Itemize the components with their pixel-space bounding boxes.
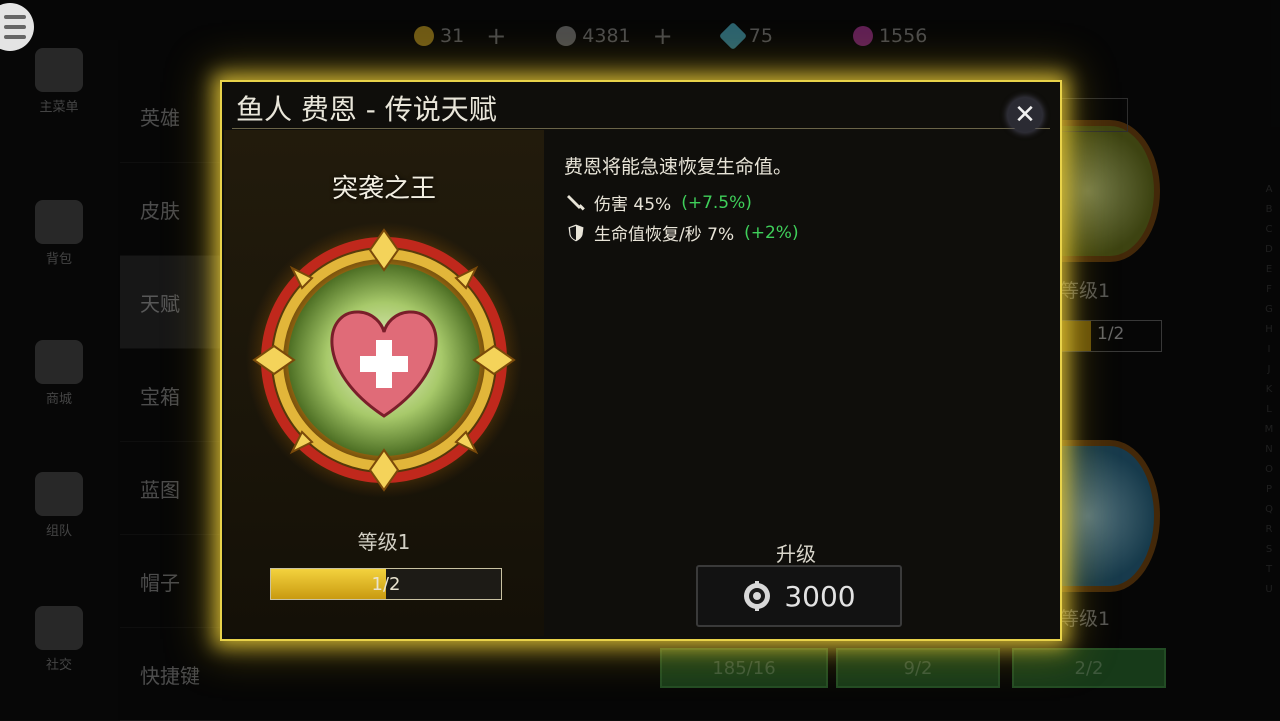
menu-bar-icon — [4, 15, 26, 19]
alphabet-letter[interactable]: M — [1262, 420, 1276, 440]
talent-dialog: 鱼人 费恩 - 传说天赋 ✕ 突袭之王 等级1 1/2 费恩将能急速恢复生命值。… — [220, 80, 1062, 641]
nav-label: 商城 — [45, 392, 72, 407]
nav-label: 背包 — [45, 252, 72, 267]
castle-icon — [35, 48, 83, 92]
alphabet-letter[interactable]: D — [1262, 240, 1276, 260]
crystal-icon — [852, 26, 873, 46]
talent-medal-icon — [246, 222, 522, 498]
upgrade-label: 升级 — [776, 542, 816, 566]
menu-bar-icon — [4, 25, 26, 29]
currency-value: 1556 — [878, 25, 928, 47]
category-talents[interactable]: 天赋 — [120, 256, 220, 349]
sword-icon — [567, 194, 585, 211]
alphabet-letter[interactable]: T — [1262, 560, 1276, 580]
dialog-title: 鱼人 费恩 - 传说天赋 — [236, 93, 497, 126]
shield-icon — [567, 222, 585, 243]
card-button[interactable]: 9/2 — [836, 648, 1000, 688]
close-button[interactable]: ✕ — [1008, 98, 1042, 132]
stat-damage: 伤害 45% (+7.5%) — [566, 190, 752, 215]
nav-social[interactable]: 社交 — [26, 606, 92, 673]
left-nav: 主菜单 背包 商城 组队 社交 — [0, 40, 118, 720]
card-level: 等级1 — [1060, 608, 1111, 630]
alphabet-letter[interactable]: E — [1262, 260, 1276, 280]
gear-coin-icon — [556, 26, 577, 46]
category-blueprints[interactable]: 蓝图 — [120, 442, 220, 535]
stat-label: 伤害 45% — [594, 195, 672, 215]
alphabet-letter[interactable]: C — [1262, 220, 1276, 240]
alphabet-letter[interactable]: N — [1262, 440, 1276, 460]
backpack-icon — [35, 200, 83, 244]
stat-bonus: (+7.5%) — [681, 192, 752, 213]
card-button[interactable]: 185/16 — [660, 648, 828, 688]
nav-shop[interactable]: 商城 — [26, 340, 92, 407]
alphabet-letter[interactable]: L — [1262, 400, 1276, 420]
category-chests[interactable]: 宝箱 — [120, 349, 220, 442]
alphabet-letter[interactable]: I — [1262, 340, 1276, 360]
currency-value: 31 — [440, 25, 465, 47]
alphabet-letter[interactable]: G — [1262, 300, 1276, 320]
talent-preview-pane: 突袭之王 等级1 1/2 — [224, 130, 544, 636]
gold-coin-icon — [414, 26, 434, 46]
talent-progress-text: 1/2 — [371, 573, 401, 595]
alphabet-letter[interactable]: Q — [1262, 500, 1276, 520]
currency-crystal: 1556 — [852, 22, 928, 50]
menu-bar-icon — [4, 35, 26, 39]
add-gear-button[interactable]: + — [653, 22, 673, 50]
alphabet-letter[interactable]: B — [1262, 200, 1276, 220]
nav-label: 组队 — [45, 524, 72, 539]
talent-level: 等级1 — [357, 530, 411, 554]
team-icon — [35, 472, 83, 516]
alphabet-letter[interactable]: J — [1262, 360, 1276, 380]
category-shortcuts[interactable]: 快捷键 — [120, 628, 220, 721]
alphabet-letter[interactable]: U — [1262, 580, 1276, 600]
currency-value: 75 — [748, 25, 773, 47]
upgrade-cost: 3000 — [784, 579, 856, 613]
gear-coin-icon — [744, 581, 771, 611]
talent-name: 突袭之王 — [331, 174, 436, 204]
stat-label: 生命值恢复/秒 7% — [594, 225, 735, 245]
alphabet-letter[interactable]: K — [1262, 380, 1276, 400]
nav-label: 主菜单 — [39, 100, 79, 115]
card-progress-text: 1/2 — [1097, 324, 1125, 344]
card-level: 等级1 — [1060, 280, 1111, 302]
category-list: 英雄 皮肤 天赋 宝箱 蓝图 帽子 快捷键 — [120, 70, 220, 721]
upgrade-button[interactable]: 3000 — [696, 565, 902, 627]
stat-regen: 生命值恢复/秒 7% (+2%) — [566, 220, 799, 245]
category-hats[interactable]: 帽子 — [120, 535, 220, 628]
talent-card-image[interactable] — [1060, 120, 1160, 262]
title-divider — [232, 128, 1050, 129]
currency-gold: 31 + — [414, 22, 506, 50]
alphabet-letter[interactable]: F — [1262, 280, 1276, 300]
currency-bar: 31 + 4381 + 75 1556 — [414, 21, 957, 51]
stat-bonus: (+2%) — [744, 222, 799, 243]
talent-progress-bar: 1/2 — [270, 568, 502, 600]
currency-gem: 75 — [718, 21, 773, 51]
search-box[interactable] — [1060, 98, 1128, 132]
currency-gear: 4381 + — [556, 22, 673, 50]
gem-icon — [718, 21, 747, 51]
alphabet-letter[interactable]: S — [1262, 540, 1276, 560]
nav-backpack[interactable]: 背包 — [26, 200, 92, 267]
alphabet-letter[interactable]: P — [1262, 480, 1276, 500]
talent-description: 费恩将能急速恢复生命值。 — [564, 156, 793, 178]
cart-icon — [35, 340, 83, 384]
add-gold-button[interactable]: + — [486, 22, 506, 50]
card-progress: 1/2 — [1060, 320, 1162, 352]
social-icon — [35, 606, 83, 650]
alphabet-letter[interactable]: O — [1262, 460, 1276, 480]
nav-team[interactable]: 组队 — [26, 472, 92, 539]
nav-label: 社交 — [45, 658, 72, 673]
category-skins[interactable]: 皮肤 — [120, 163, 220, 256]
card-button[interactable]: 2/2 — [1012, 648, 1166, 688]
currency-value: 4381 — [582, 25, 631, 47]
alphabet-letter[interactable]: H — [1262, 320, 1276, 340]
talent-card-image[interactable] — [1060, 440, 1160, 592]
card-progress-fill — [1061, 321, 1091, 351]
close-icon: ✕ — [1014, 100, 1036, 130]
category-heroes[interactable]: 英雄 — [120, 70, 220, 163]
alphabet-index[interactable]: ABCDEFGHIJKLMNOPQRSTU — [1262, 180, 1276, 600]
alphabet-letter[interactable]: A — [1262, 180, 1276, 200]
alphabet-letter[interactable]: R — [1262, 520, 1276, 540]
nav-main-menu[interactable]: 主菜单 — [26, 48, 92, 115]
